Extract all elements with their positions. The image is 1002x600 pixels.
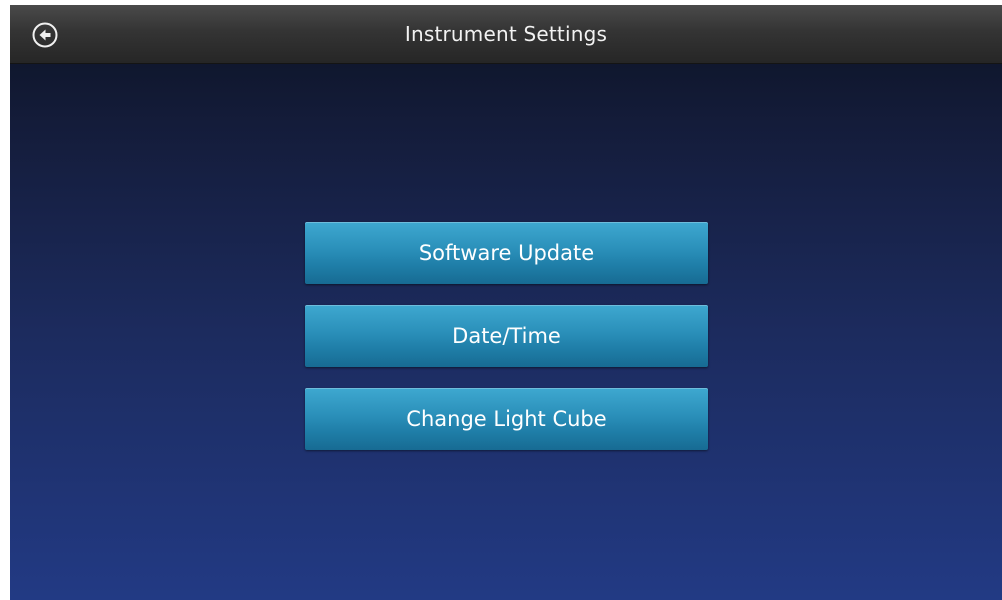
- settings-menu: Software Update Date/Time Change Light C…: [305, 222, 708, 450]
- page-title: Instrument Settings: [404, 22, 608, 46]
- software-update-button[interactable]: Software Update: [305, 222, 708, 284]
- change-light-cube-button[interactable]: Change Light Cube: [305, 388, 708, 450]
- date-time-button[interactable]: Date/Time: [305, 305, 708, 367]
- title-bar: Instrument Settings: [10, 5, 1002, 64]
- instrument-settings-screen: Instrument Settings Software Update Date…: [10, 5, 1002, 600]
